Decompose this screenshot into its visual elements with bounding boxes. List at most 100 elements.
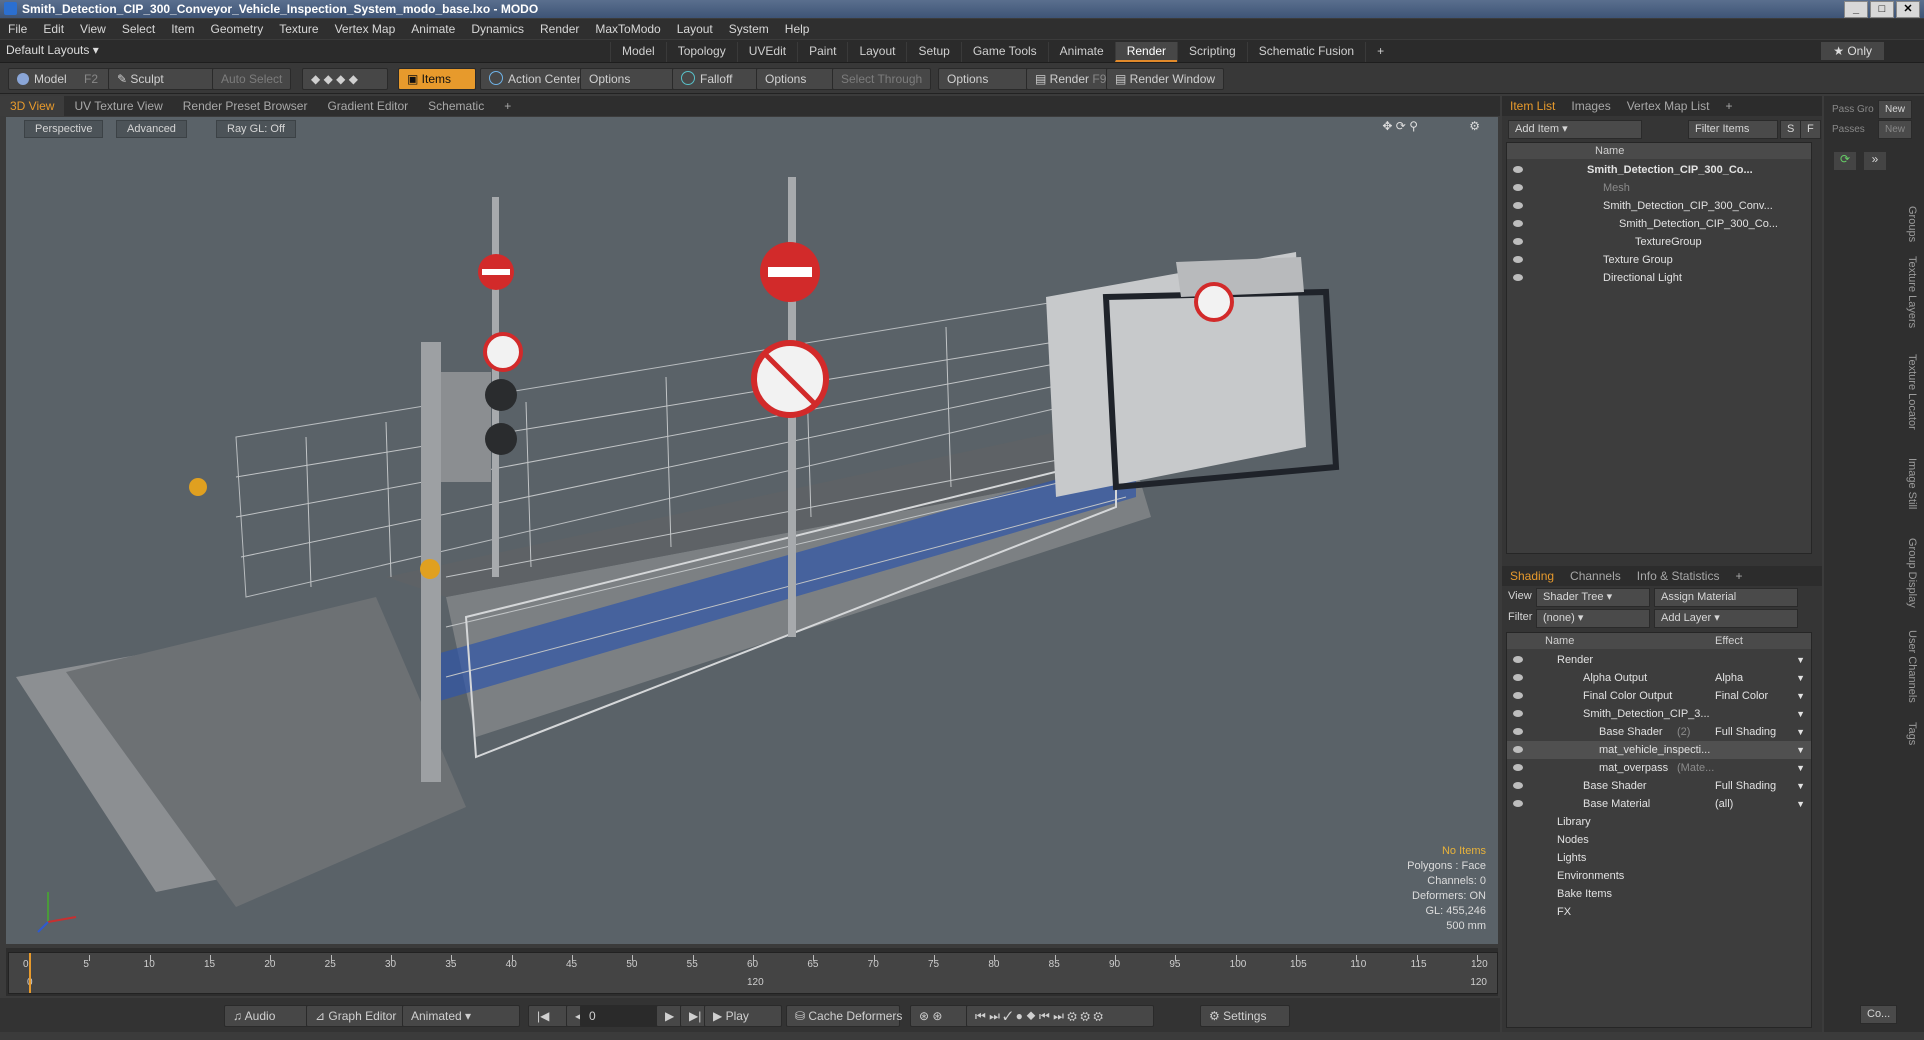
tab-game-tools[interactable]: Game Tools — [960, 42, 1048, 62]
add-item-dropdown[interactable]: Add Item ▾ — [1508, 120, 1642, 139]
filter-items-input[interactable]: Filter Items — [1688, 120, 1778, 139]
item-list-row[interactable]: TextureGroup — [1507, 233, 1811, 251]
shader-tree-row[interactable]: Base Shader Full Shading ▼ — [1507, 777, 1811, 795]
effect-dropdown-arrow-icon[interactable]: ▼ — [1796, 687, 1805, 705]
shader-item-effect[interactable]: Alpha — [1715, 669, 1743, 687]
menu-render[interactable]: Render — [532, 19, 587, 39]
tab-topology[interactable]: Topology — [665, 42, 737, 62]
assign-material-button[interactable]: Assign Material — [1654, 588, 1798, 607]
play-button[interactable]: ▶ Play — [704, 1005, 782, 1027]
shader-tree-row[interactable]: Environments — [1507, 867, 1811, 885]
side-tab-user-channels[interactable]: User Channels — [1906, 630, 1918, 703]
menu-maxtomodo[interactable]: MaxToModo — [587, 19, 668, 39]
tab-scripting[interactable]: Scripting — [1177, 42, 1247, 62]
timeline-ruler[interactable]: 0 5 10 15 20 25 30 35 40 45 50 55 60 65 70 75 80 85 90 95 10… — [8, 952, 1498, 994]
forward-icon[interactable]: » — [1864, 152, 1886, 170]
visibility-eye-icon[interactable] — [1513, 746, 1523, 753]
visibility-eye-icon[interactable] — [1513, 202, 1523, 209]
action-center-options[interactable]: Options — [580, 68, 678, 90]
new-pass-group-button[interactable]: New — [1878, 100, 1913, 119]
item-list-row[interactable]: Smith_Detection_CIP_300_Conv... — [1507, 197, 1811, 215]
model-mode-button[interactable]: Model F2 — [8, 68, 116, 90]
visibility-eye-icon[interactable] — [1513, 184, 1523, 191]
shader-tree-row[interactable]: Base Material (all) ▼ — [1507, 795, 1811, 813]
panel-tab-channels[interactable]: Channels — [1562, 566, 1629, 586]
visibility-eye-icon[interactable] — [1513, 728, 1523, 735]
menu-file[interactable]: File — [0, 19, 35, 39]
item-list-row[interactable]: Texture Group — [1507, 251, 1811, 269]
item-list-tree[interactable]: Name Smith_Detection_CIP_300_Co... Mesh Sm… — [1506, 142, 1812, 554]
maximize-button[interactable]: □ — [1870, 1, 1894, 18]
shader-tree-row[interactable]: Final Color Output Final Color ▼ — [1507, 687, 1811, 705]
shader-tree-row[interactable]: FX — [1507, 903, 1811, 921]
menu-help[interactable]: Help — [777, 19, 818, 39]
shader-item-effect[interactable]: Full Shading — [1715, 723, 1776, 741]
visibility-eye-icon[interactable] — [1513, 656, 1523, 663]
panel-tab-add[interactable]: + — [1727, 566, 1750, 586]
tab-schematic-fusion[interactable]: Schematic Fusion — [1246, 42, 1365, 62]
menu-dynamics[interactable]: Dynamics — [463, 19, 532, 39]
shader-item-effect[interactable]: (all) — [1715, 795, 1733, 813]
item-list-row[interactable]: Directional Light — [1507, 269, 1811, 287]
falloff-button[interactable]: Falloff — [672, 68, 762, 90]
select-through-button[interactable]: Select Through — [832, 68, 932, 90]
visibility-eye-icon[interactable] — [1513, 782, 1523, 789]
shader-tree-row[interactable]: mat_vehicle_inspecti... ▼ — [1507, 741, 1811, 759]
settings-button[interactable]: ⚙ Settings — [1200, 1005, 1290, 1027]
menu-vertex-map[interactable]: Vertex Map — [327, 19, 404, 39]
shader-tree-row[interactable]: Alpha Output Alpha ▼ — [1507, 669, 1811, 687]
menu-layout[interactable]: Layout — [669, 19, 721, 39]
only-toggle[interactable]: ★ Only — [1821, 42, 1884, 60]
tab-layout[interactable]: Layout — [847, 42, 906, 62]
shader-tree-row[interactable]: Nodes — [1507, 831, 1811, 849]
items-mode-button[interactable]: ▣ Items — [398, 68, 476, 90]
menu-select[interactable]: Select — [114, 19, 163, 39]
menu-animate[interactable]: Animate — [403, 19, 463, 39]
tab-uvedit[interactable]: UVEdit — [736, 42, 797, 62]
visibility-eye-icon[interactable] — [1513, 220, 1523, 227]
animated-dropdown[interactable]: Animated ▾ — [402, 1005, 520, 1027]
shader-tree[interactable]: Name Effect Render ▼ Alpha Output Alpha ▼ Fin… — [1506, 632, 1812, 1028]
panel-tab-shading[interactable]: Shading — [1502, 566, 1562, 586]
visibility-eye-icon[interactable] — [1513, 674, 1523, 681]
visibility-eye-icon[interactable] — [1513, 256, 1523, 263]
tab-render[interactable]: Render — [1114, 42, 1178, 62]
tab-paint[interactable]: Paint — [797, 42, 847, 62]
tab-setup[interactable]: Setup — [906, 42, 960, 62]
effect-dropdown-arrow-icon[interactable]: ▼ — [1796, 651, 1805, 669]
visibility-eye-icon[interactable] — [1513, 710, 1523, 717]
action-center-button[interactable]: Action Center — [480, 68, 590, 90]
visibility-eye-icon[interactable] — [1513, 238, 1523, 245]
side-tab-texture-locator[interactable]: Texture Locator — [1906, 354, 1918, 430]
selection-mode-icons[interactable]: ◆ ◆ ◆ ◆ — [302, 68, 388, 90]
panel-tab-images[interactable]: Images — [1563, 96, 1618, 116]
frame-input[interactable]: 0 — [580, 1005, 662, 1027]
viewport-tab-add[interactable]: + — [494, 96, 521, 116]
shader-tree-row[interactable]: mat_overpass (Mate... ▼ — [1507, 759, 1811, 777]
playhead[interactable] — [29, 953, 31, 993]
effect-dropdown-arrow-icon[interactable]: ▼ — [1796, 669, 1805, 687]
side-tab-groups[interactable]: Groups — [1906, 206, 1918, 242]
viewport-tab-render-preset-browser[interactable]: Render Preset Browser — [173, 96, 318, 116]
cache-deformers-button[interactable]: ⛁ Cache Deformers — [786, 1005, 902, 1027]
close-button[interactable]: ✕ — [1896, 1, 1920, 18]
menu-texture[interactable]: Texture — [271, 19, 326, 39]
viewport-tab-schematic[interactable]: Schematic — [418, 96, 494, 116]
panel-tab-item-list[interactable]: Item List — [1502, 96, 1563, 116]
effect-dropdown-arrow-icon[interactable]: ▼ — [1796, 759, 1805, 777]
record-icons[interactable]: ⊛ ⊛ — [910, 1005, 968, 1027]
shader-tree-row[interactable]: Render ▼ — [1507, 651, 1811, 669]
effect-dropdown-arrow-icon[interactable]: ▼ — [1796, 741, 1805, 759]
item-list-row[interactable]: Smith_Detection_CIP_300_Co... — [1507, 215, 1811, 233]
panel-tab-info-statistics[interactable]: Info & Statistics — [1629, 566, 1728, 586]
item-list-row[interactable]: Smith_Detection_CIP_300_Co... — [1507, 161, 1811, 179]
add-layer-dropdown[interactable]: Add Layer ▾ — [1654, 609, 1798, 628]
viewport-tab-3d-view[interactable]: 3D View — [0, 96, 65, 116]
effect-dropdown-arrow-icon[interactable]: ▼ — [1796, 705, 1805, 723]
visibility-eye-icon[interactable] — [1513, 800, 1523, 807]
tab-add[interactable]: + — [1365, 42, 1395, 62]
3d-viewport[interactable]: Perspective Advanced Ray GL: Off ✥ ⟳ ⚲ ⚙ — [6, 117, 1498, 944]
viewport-tab-gradient-editor[interactable]: Gradient Editor — [317, 96, 418, 116]
visibility-eye-icon[interactable] — [1513, 274, 1523, 281]
item-list-row[interactable]: Mesh — [1507, 179, 1811, 197]
